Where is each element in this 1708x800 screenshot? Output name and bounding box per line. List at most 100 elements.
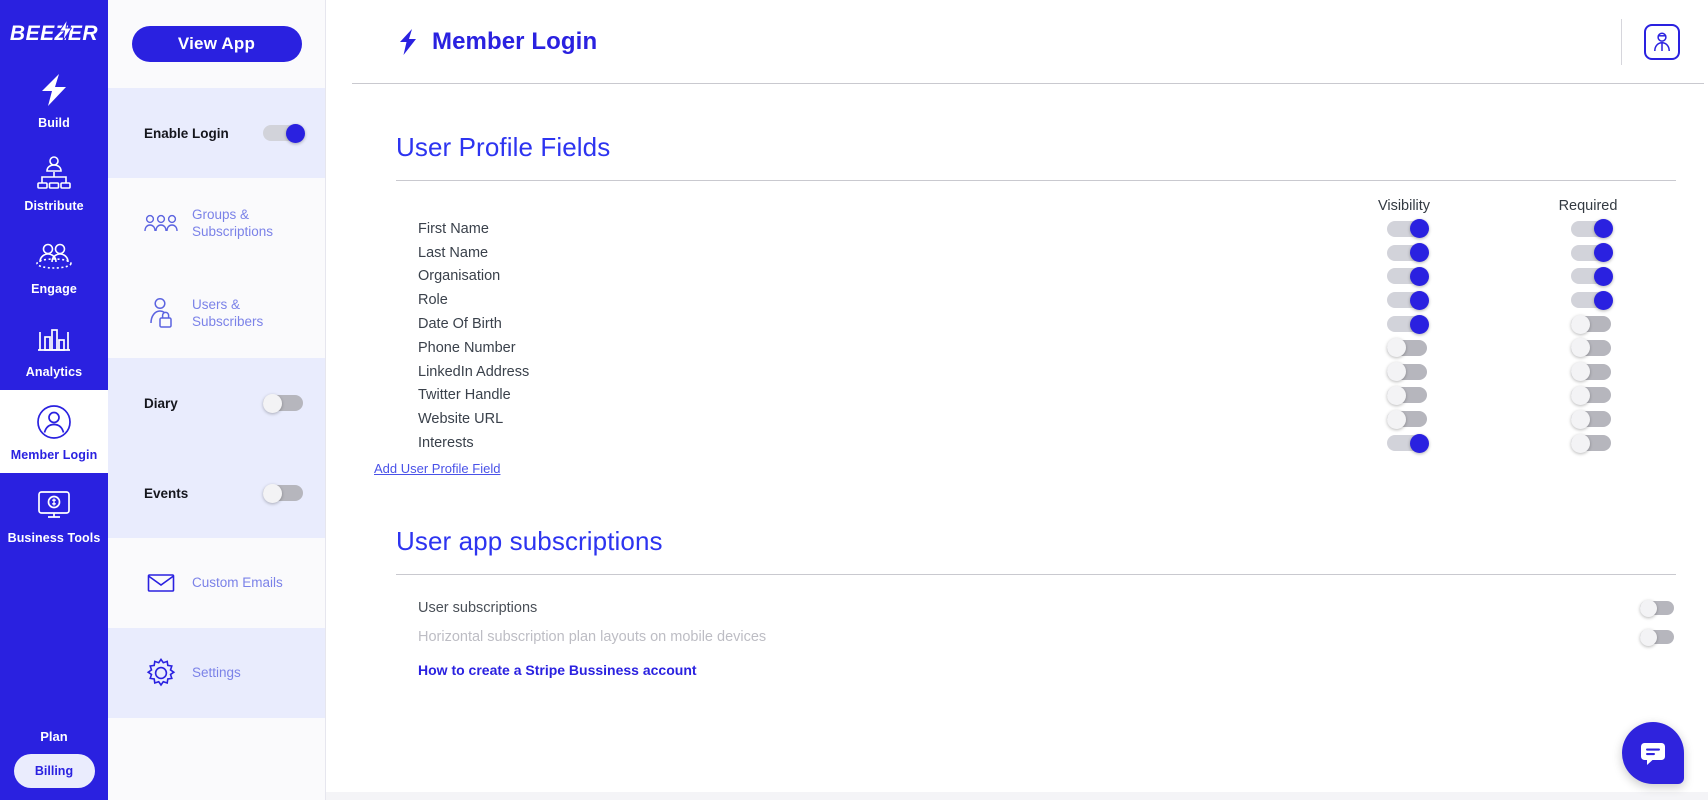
user-subscriptions-label: User subscriptions xyxy=(418,600,538,617)
toggle-knob xyxy=(263,393,282,413)
bottom-strip xyxy=(326,792,1708,800)
profile-field-name: Website URL xyxy=(418,411,504,428)
panel-row-groups-subscriptions[interactable]: Groups & Subscriptions xyxy=(108,178,325,268)
required-cell xyxy=(1500,266,1684,286)
panel-row-enable-login[interactable]: Enable Login xyxy=(108,88,325,178)
visibility-toggle[interactable] xyxy=(1387,219,1429,239)
visibility-cell xyxy=(1316,409,1500,429)
required-cell xyxy=(1500,362,1684,382)
sidebar-item-business-tools[interactable]: Business Tools xyxy=(0,473,108,556)
sidebar-item-distribute[interactable]: Distribute xyxy=(0,141,108,224)
toggle-knob xyxy=(1410,290,1429,310)
visibility-toggle[interactable] xyxy=(1387,433,1429,453)
billing-button[interactable]: Billing xyxy=(13,754,95,788)
required-cell xyxy=(1500,385,1684,405)
required-toggle[interactable] xyxy=(1571,362,1613,382)
required-cell xyxy=(1500,338,1684,358)
required-cell xyxy=(1500,433,1684,453)
panel-row-events[interactable]: Events xyxy=(108,448,325,538)
sidebar-label-distribute: Distribute xyxy=(24,199,84,213)
toggle-knob xyxy=(286,123,305,143)
visibility-toggle[interactable] xyxy=(1387,362,1429,382)
visibility-toggle[interactable] xyxy=(1387,385,1429,405)
required-toggle[interactable] xyxy=(1571,433,1613,453)
required-toggle[interactable] xyxy=(1571,219,1613,239)
section-divider xyxy=(396,180,1676,181)
toggle-knob xyxy=(1571,314,1590,334)
column-headers: Visibility Required xyxy=(374,198,1684,214)
visibility-toggle[interactable] xyxy=(1387,338,1429,358)
section-divider xyxy=(396,573,1676,575)
top-bar: Member Login xyxy=(352,0,1704,84)
visibility-cell xyxy=(1316,314,1500,334)
stripe-account-link[interactable]: How to create a Stripe Bussiness account xyxy=(374,662,1684,678)
user-profile-fields-title: User Profile Fields xyxy=(396,132,611,162)
user-avatar-icon[interactable] xyxy=(1644,23,1680,60)
visibility-cell xyxy=(1316,219,1500,239)
enable-login-label: Enable Login xyxy=(144,125,229,141)
visibility-cell xyxy=(1316,243,1500,263)
toggle-knob xyxy=(1594,219,1613,239)
required-toggle[interactable] xyxy=(1571,243,1613,263)
table-row: Last Name xyxy=(418,241,1684,265)
groups-icon xyxy=(144,213,178,233)
visibility-cell xyxy=(1316,433,1500,453)
panel-row-diary[interactable]: Diary xyxy=(108,358,325,448)
sidebar-item-engage[interactable]: Engage xyxy=(0,224,108,307)
visibility-toggle[interactable] xyxy=(1387,290,1429,310)
required-toggle[interactable] xyxy=(1571,409,1613,429)
toggle-knob xyxy=(1410,314,1429,334)
toggle-knob xyxy=(1594,266,1613,286)
events-toggle[interactable] xyxy=(263,483,305,503)
required-toggle[interactable] xyxy=(1571,314,1613,334)
groups-subscriptions-label: Groups & Subscriptions xyxy=(192,206,274,239)
profile-field-name: Date Of Birth xyxy=(418,316,502,333)
horizontal-layout-toggle[interactable] xyxy=(1640,628,1676,646)
panel-row-settings[interactable]: Settings xyxy=(108,628,325,718)
sidebar-item-analytics[interactable]: Analytics xyxy=(0,307,108,390)
settings-label: Settings xyxy=(192,665,241,681)
subscription-row-horizontal-layout: Horizontal subscription plan layouts on … xyxy=(374,628,1684,646)
secondary-panel: View App Enable Login Groups & Subscript… xyxy=(108,0,326,800)
add-user-profile-field-link[interactable]: Add User Profile Field xyxy=(374,461,500,476)
toggle-knob xyxy=(1571,409,1590,429)
visibility-toggle[interactable] xyxy=(1387,314,1429,334)
divider xyxy=(1621,18,1622,65)
required-toggle[interactable] xyxy=(1571,385,1613,405)
panel-row-custom-emails[interactable]: Custom Emails xyxy=(108,538,325,628)
gear-icon xyxy=(144,657,178,689)
profile-field-name: Organisation xyxy=(418,268,501,285)
profile-field-name: First Name xyxy=(418,220,489,237)
chat-widget-button[interactable] xyxy=(1622,722,1684,784)
visibility-toggle[interactable] xyxy=(1387,243,1429,263)
visibility-cell xyxy=(1316,385,1500,405)
visibility-toggle[interactable] xyxy=(1387,409,1429,429)
profile-field-name: LinkedIn Address xyxy=(418,363,530,380)
page-title: Member Login xyxy=(398,28,597,56)
visibility-toggle[interactable] xyxy=(1387,266,1429,286)
required-toggle[interactable] xyxy=(1571,338,1613,358)
toggle-knob xyxy=(1410,243,1429,263)
user-subscriptions-toggle[interactable] xyxy=(1640,599,1676,617)
diary-toggle[interactable] xyxy=(263,393,305,413)
custom-emails-label: Custom Emails xyxy=(192,575,283,591)
users-subscribers-label: Users & Subscribers xyxy=(192,296,264,329)
horizontal-layout-label: Horizontal subscription plan layouts on … xyxy=(418,629,767,646)
column-header-required: Required xyxy=(1558,198,1618,214)
toggle-knob xyxy=(1410,266,1429,286)
sidebar-label-member-login: Member Login xyxy=(10,448,98,462)
sidebar-item-member-login[interactable]: Member Login xyxy=(0,390,108,473)
required-toggle[interactable] xyxy=(1571,290,1613,310)
visibility-cell xyxy=(1316,338,1500,358)
required-cell xyxy=(1500,290,1684,310)
required-toggle[interactable] xyxy=(1571,266,1613,286)
toggle-knob xyxy=(1594,243,1613,263)
required-cell xyxy=(1500,314,1684,334)
panel-row-users-subscribers[interactable]: Users & Subscribers xyxy=(108,268,325,358)
sidebar-item-build[interactable]: Build xyxy=(0,58,108,141)
sidebar-label-analytics: Analytics xyxy=(25,365,83,379)
column-header-visibility: Visibility xyxy=(1377,198,1431,214)
app-root: BEEZER Build Distribute Engage Analytics… xyxy=(0,0,1708,800)
enable-login-toggle[interactable] xyxy=(263,123,305,143)
view-app-button[interactable]: View App xyxy=(131,26,302,62)
